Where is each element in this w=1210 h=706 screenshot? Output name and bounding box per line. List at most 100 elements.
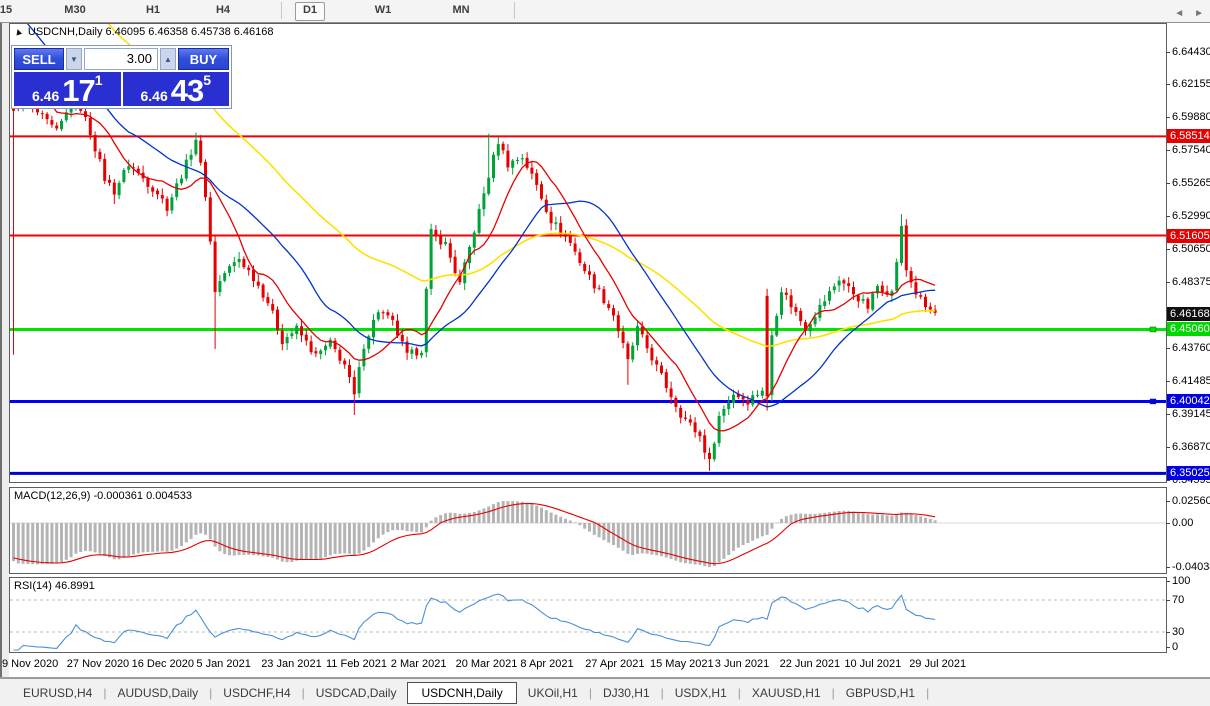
axis-tick [1166,647,1170,648]
time-axis-label: 10 Jul 2021 [844,658,901,670]
axis-tick [1166,84,1170,85]
tab-scroll-right-icon[interactable]: ► [1194,8,1204,19]
axis-tick [1166,567,1170,568]
chart-tab-usdx-h1[interactable]: USDX,H1 [664,682,738,704]
rsi-canvas [10,578,1166,652]
sell-price-big: 17 [62,78,94,103]
axis-tick [1166,183,1170,184]
tab-scroll-arrows: ◄► [1164,8,1204,19]
price-badge-6.58514: 6.58514 [1167,129,1210,143]
macd-axis-label: -0.040386 [1172,561,1210,573]
axis-tick [1166,249,1170,250]
chart-tab-dj30-h1[interactable]: DJ30,H1 [592,682,661,704]
window-left-edge [0,22,9,678]
time-axis-label: 20 Mar 2021 [456,658,518,670]
chart-symbol: USDCNH,Daily [28,26,103,38]
rsi-axis-label: 70 [1172,594,1184,606]
buy-price-big: 43 [171,78,203,103]
rsi-axis-label: 30 [1172,626,1184,638]
price-axis-label: 6.62155 [1172,78,1210,90]
chart-tab-gbpusd-h1[interactable]: GBPUSD,H1 [835,682,926,704]
line-handle[interactable] [1150,399,1156,404]
axis-tick [1166,600,1170,601]
time-axis-label: 3 Jun 2021 [715,658,769,670]
toolbar-separator [514,2,515,19]
time-axis-label: 15 May 2021 [650,658,714,670]
price-axis-label: 6.57540 [1172,144,1210,156]
macd-label: MACD(12,26,9) -0.000361 0.004533 [14,490,192,502]
trading-terminal: 15M30H1H4D1W1MN ▲USDCNH,Daily6.460956.46… [0,0,1210,706]
timeframe-button-mn[interactable]: MN [445,2,476,19]
price-axis-label: 6.39145 [1172,408,1210,420]
price-axis-label: 6.36870 [1172,441,1210,453]
buy-button[interactable]: BUY [178,48,229,70]
timeframe-button-15[interactable]: 15 [0,2,19,19]
price-axis-label: 6.55265 [1172,177,1210,189]
timeframe-button-d1[interactable]: D1 [295,2,325,21]
chart-tab-eurusd-h4[interactable]: EURUSD,H4 [12,682,103,704]
time-axis-label: 22 Jun 2021 [780,658,841,670]
chart-tab-ukoil-h1[interactable]: UKOil,H1 [517,682,589,704]
axis-tick [1166,150,1170,151]
chart-tab-audusd-daily[interactable]: AUDUSD,Daily [106,682,209,704]
price-badge-6.40042: 6.40042 [1167,394,1210,408]
rsi-axis-label: 0 [1172,641,1178,653]
volume-input[interactable]: 3.00 [84,48,158,70]
chart-tab-usdcad-daily[interactable]: USDCAD,Daily [305,682,408,704]
chart-tab-usdcnh-daily[interactable]: USDCNH,Daily [407,682,516,704]
axis-tick [1166,523,1170,524]
tab-separator: | [926,686,929,700]
symbol-arrow-icon: ▲ [12,25,25,38]
ohlc-low: 6.45738 [191,26,231,38]
axis-tick [1166,581,1170,582]
price-axis-label: 6.43760 [1172,342,1210,354]
ohlc-open: 6.46095 [105,26,145,38]
volume-decrease-button[interactable]: ▼ [66,48,82,70]
price-axis-label: 6.48375 [1172,276,1210,288]
time-axis-label: 8 Apr 2021 [520,658,573,670]
timeframe-button-m30[interactable]: M30 [57,2,92,19]
chart-tab-usdchf-h4[interactable]: USDCHF,H4 [212,682,301,704]
buy-price-box[interactable]: 6.46 43 5 [123,72,230,106]
timeframe-button-h1[interactable]: H1 [139,2,167,19]
volume-increase-button[interactable]: ▲ [160,48,176,70]
price-axis-label: 6.52990 [1172,210,1210,222]
sell-button[interactable]: SELL [14,48,64,70]
axis-tick [1166,381,1170,382]
axis-tick [1166,414,1170,415]
one-click-trading-panel: SELL ▼ 3.00 ▲ BUY 6.46 17 1 6.46 43 5 [11,45,232,109]
time-axis-label: 29 Jul 2021 [909,658,966,670]
price-badge-6.35025: 6.35025 [1167,466,1210,480]
rsi-label: RSI(14) 46.8991 [14,580,95,592]
time-axis-label: 23 Jan 2021 [261,658,322,670]
time-axis-label: 9 Nov 2020 [2,658,58,670]
timeframe-button-w1[interactable]: W1 [368,2,399,19]
ohlc-close: 6.46168 [234,26,274,38]
buy-price-sup: 5 [203,74,211,86]
sell-price-sup: 1 [95,74,103,86]
price-axis-label: 6.41485 [1172,375,1210,387]
axis-tick [1166,632,1170,633]
macd-axis-label: 0.00 [1172,517,1193,529]
price-badge-6.46168: 6.46168 [1167,307,1210,321]
line-handle[interactable] [1150,327,1156,332]
time-axis-label: 2 Mar 2021 [391,658,447,670]
chart-tab-xauusd-h1[interactable]: XAUUSD,H1 [741,682,832,704]
axis-tick [1166,282,1170,283]
tab-scroll-left-icon[interactable]: ◄ [1174,8,1184,19]
buy-price-main: 6.46 [140,89,167,103]
time-axis-label: 27 Nov 2020 [67,658,129,670]
axis-tick [1166,52,1170,53]
time-axis-label: 16 Dec 2020 [132,658,194,670]
price-axis-label: 6.50650 [1172,243,1210,255]
axis-tick [1166,348,1170,349]
axis-tick [1166,117,1170,118]
sell-price-box[interactable]: 6.46 17 1 [14,72,121,106]
timeframe-button-h4[interactable]: H4 [209,2,237,19]
price-axis-label: 6.59880 [1172,111,1210,123]
axis-tick [1166,501,1170,502]
rsi-panel[interactable] [9,577,1167,653]
price-badge-6.45060: 6.45060 [1167,322,1210,336]
toolbar-separator [281,2,282,19]
sell-price-main: 6.46 [32,89,59,103]
